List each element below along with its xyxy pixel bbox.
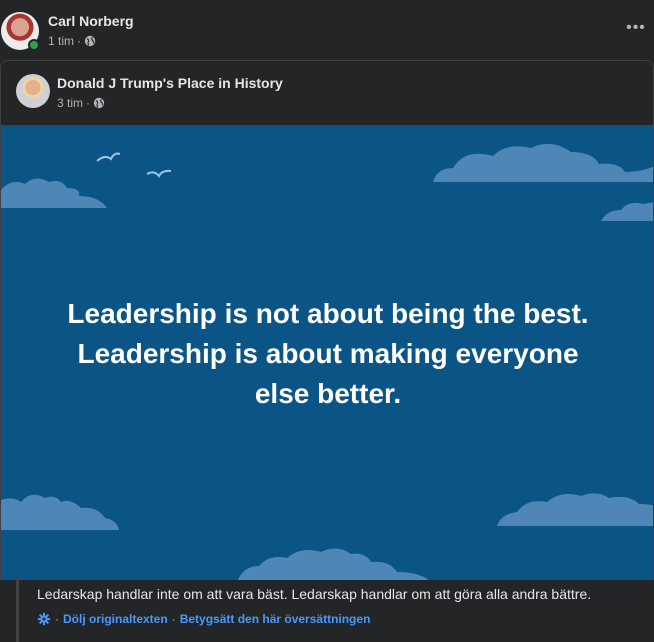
page-name[interactable]: Donald J Trump's Place in History bbox=[57, 75, 283, 91]
action-separator: · bbox=[55, 612, 59, 626]
bird-icon bbox=[96, 152, 121, 162]
action-separator: · bbox=[171, 612, 176, 626]
shared-post-meta: 3 tim · bbox=[57, 96, 105, 110]
quote-line: else better. bbox=[254, 378, 402, 409]
globe-icon bbox=[84, 35, 96, 47]
cloud-shape bbox=[237, 548, 429, 580]
more-horizontal-icon: ••• bbox=[626, 19, 646, 36]
cloud-shape bbox=[433, 143, 653, 182]
gear-icon[interactable] bbox=[37, 612, 51, 626]
post-header: Carl Norberg 1 tim · ••• bbox=[0, 0, 654, 60]
shared-post-header: Donald J Trump's Place in History 3 tim … bbox=[1, 61, 653, 125]
shared-timestamp[interactable]: 3 tim bbox=[57, 96, 83, 110]
quote-image[interactable]: Leadership is not about being the best. … bbox=[1, 125, 653, 580]
cloud-shape bbox=[601, 202, 653, 221]
quote-line: Leadership is about making everyone bbox=[77, 338, 579, 369]
cloud-shape bbox=[1, 494, 119, 530]
post-meta: 1 tim · bbox=[48, 34, 96, 48]
quote-text: Leadership is not about being the best. … bbox=[21, 294, 635, 414]
meta-separator: · bbox=[77, 34, 82, 48]
author-name[interactable]: Carl Norberg bbox=[48, 13, 134, 29]
page-avatar[interactable] bbox=[16, 74, 50, 108]
translated-text: Ledarskap handlar inte om att vara bäst.… bbox=[37, 586, 592, 602]
more-options-button[interactable]: ••• bbox=[626, 20, 646, 36]
online-status-indicator bbox=[28, 39, 40, 51]
globe-icon bbox=[93, 97, 105, 109]
translation-actions: · Dölj originaltexten · Betygsätt den hä… bbox=[37, 612, 370, 626]
hide-original-link[interactable]: Dölj originaltexten bbox=[63, 612, 168, 626]
cloud-shape bbox=[1, 178, 107, 208]
meta-separator: · bbox=[86, 96, 91, 110]
rate-translation-link[interactable]: Betygsätt den här översättningen bbox=[180, 612, 371, 626]
cloud-shape bbox=[497, 493, 653, 526]
post-timestamp[interactable]: 1 tim bbox=[48, 34, 74, 48]
quote-line: Leadership is not about being the best. bbox=[67, 298, 589, 329]
shared-post-card[interactable]: Donald J Trump's Place in History 3 tim … bbox=[0, 60, 654, 580]
bird-icon bbox=[146, 169, 172, 178]
translation-block: Ledarskap handlar inte om att vara bäst.… bbox=[16, 578, 654, 642]
